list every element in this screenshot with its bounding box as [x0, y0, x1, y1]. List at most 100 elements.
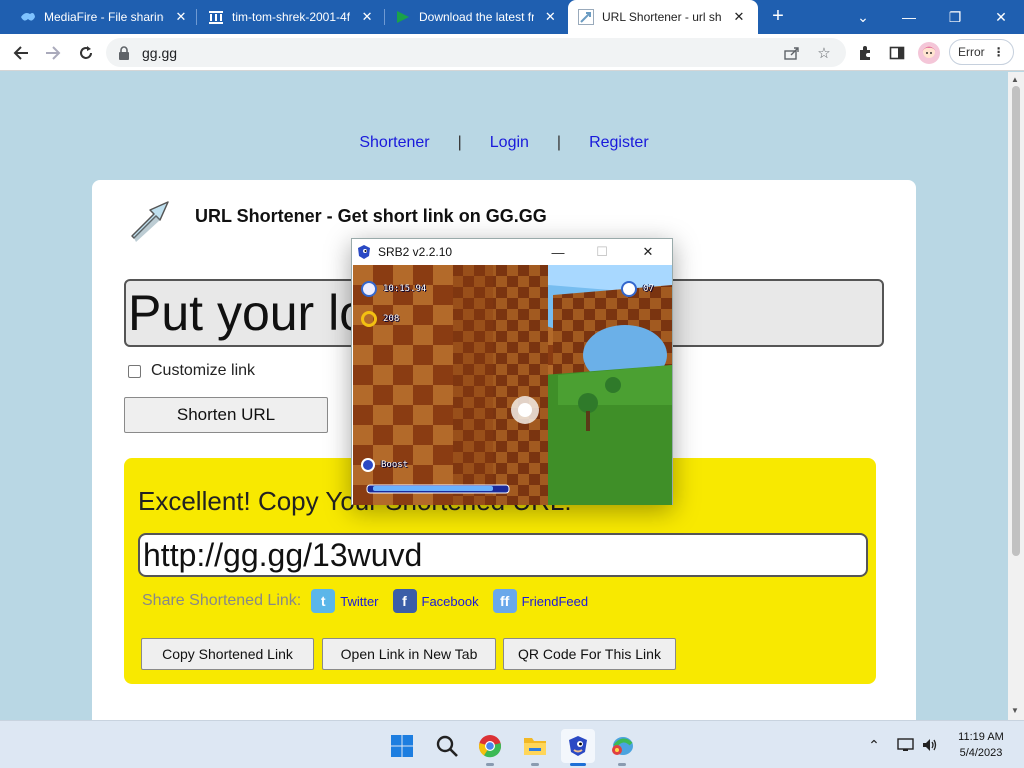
bookmark-star-icon[interactable]: ☆: [814, 43, 834, 63]
customize-checkbox[interactable]: [128, 364, 141, 378]
ring-icon: [361, 311, 377, 327]
running-indicator: [618, 763, 626, 766]
browser-toolbar: gg.gg ☆ Error ⋮: [0, 34, 1024, 71]
network-app-icon[interactable]: [605, 729, 639, 766]
active-indicator: [570, 763, 586, 766]
share-facebook-link[interactable]: Facebook: [422, 594, 479, 609]
mediafire-icon: [20, 9, 36, 25]
page-title: URL Shortener - Get short link on GG.GG: [195, 206, 547, 226]
page-scrollbar[interactable]: ▲ ▼: [1008, 72, 1024, 720]
tab-strip: MediaFire - File sharing ✕ tim-tom-shrek…: [0, 0, 1024, 34]
tab-title: URL Shortener - url sh: [602, 10, 722, 24]
close-icon[interactable]: ✕: [360, 9, 374, 25]
chrome-icon[interactable]: [473, 729, 507, 766]
menu-icon: ⋮: [992, 45, 1005, 59]
close-icon[interactable]: ✕: [544, 9, 557, 25]
show-hidden-icons-icon[interactable]: ⌃: [864, 735, 884, 755]
lives-value: 07: [643, 284, 654, 294]
srb2-window[interactable]: SRB2 v2.2.10 — ☐ ✕ 10:15.94 208 07 Boost: [351, 238, 673, 505]
twitter-icon[interactable]: t: [311, 589, 336, 613]
start-icon[interactable]: [385, 729, 419, 763]
tab-title: MediaFire - File sharing: [44, 10, 164, 24]
nav-shortener[interactable]: Shortener: [359, 134, 429, 152]
running-indicator: [531, 763, 539, 766]
clock-icon: [361, 281, 377, 297]
restore-icon[interactable]: ❐: [932, 0, 978, 34]
tab-download[interactable]: Download the latest fr ✕: [385, 0, 567, 34]
minimize-icon[interactable]: —: [886, 0, 932, 34]
game-viewport[interactable]: 10:15.94 208 07 Boost: [353, 265, 672, 505]
copy-link-button[interactable]: Copy Shortened Link: [141, 638, 314, 670]
short-url-field[interactable]: http://gg.gg/13wuvd: [138, 533, 868, 577]
sonic-icon: [356, 244, 372, 260]
window-close-icon[interactable]: ✕: [978, 0, 1024, 34]
scroll-down-icon[interactable]: ▼: [1011, 706, 1019, 715]
network-icon[interactable]: [896, 735, 916, 755]
tab-separator: [196, 9, 197, 25]
play-icon: [395, 9, 411, 25]
taskbar: ⌃ 11:19 AM 5/4/2023: [0, 720, 1024, 768]
back-icon[interactable]: [8, 40, 34, 66]
forward-icon[interactable]: [40, 40, 66, 66]
volume-icon[interactable]: [920, 735, 940, 755]
nav-divider: |: [556, 134, 562, 151]
address-bar[interactable]: gg.gg ☆: [106, 38, 846, 67]
share-label: Share Shortened Link:: [142, 592, 302, 609]
extensions-icon[interactable]: [852, 40, 878, 66]
nav-register[interactable]: Register: [589, 134, 649, 152]
facebook-icon[interactable]: f: [392, 589, 417, 613]
new-tab-button[interactable]: +: [766, 5, 790, 29]
scroll-up-icon[interactable]: ▲: [1011, 75, 1019, 84]
share-row: Share Shortened Link: t Twitter f Facebo…: [142, 589, 602, 613]
shorten-url-button[interactable]: Shorten URL: [124, 397, 328, 433]
arrow-logo-icon: [124, 194, 174, 244]
customize-label: Customize link: [151, 362, 256, 379]
clock-date: 5/4/2023: [959, 747, 1003, 759]
window-close-icon[interactable]: ✕: [626, 239, 670, 265]
tab-title: Download the latest fr: [419, 10, 534, 24]
tab-url-shortener[interactable]: URL Shortener - url sh ✕: [568, 0, 758, 34]
share-twitter-link[interactable]: Twitter: [340, 594, 378, 609]
friendfeed-icon[interactable]: ff: [492, 589, 517, 613]
side-panel-icon[interactable]: [884, 40, 910, 66]
file-explorer-icon[interactable]: [518, 729, 552, 766]
ring-counter: 208: [361, 311, 399, 327]
profile-avatar[interactable]: [916, 40, 942, 66]
share-friendfeed-link[interactable]: FriendFeed: [522, 594, 588, 609]
scrollbar-thumb[interactable]: [1012, 86, 1020, 556]
reload-icon[interactable]: [73, 40, 99, 66]
lock-icon: [118, 45, 130, 60]
qr-code-button[interactable]: QR Code For This Link: [503, 638, 676, 670]
lives-icon: [621, 281, 637, 297]
srb2-title: SRB2 v2.2.10: [378, 245, 453, 259]
shortener-icon: [578, 9, 594, 25]
tab-search-icon[interactable]: ⌄: [840, 0, 886, 34]
srb2-taskbar-icon[interactable]: [561, 729, 595, 766]
time-value: 10:15.94: [383, 284, 427, 294]
maximize-icon[interactable]: ☐: [580, 239, 624, 265]
lives-counter: 07: [621, 281, 654, 297]
tab-archive[interactable]: tim-tom-shrek-2001-4f ✕: [198, 0, 384, 34]
boost-icon: [361, 458, 375, 472]
tab-mediafire[interactable]: MediaFire - File sharing ✕: [10, 0, 198, 34]
archive-icon: [208, 9, 224, 25]
time-counter: 10:15.94: [361, 281, 426, 297]
close-icon[interactable]: ✕: [732, 9, 746, 25]
minimize-icon[interactable]: —: [536, 239, 580, 265]
top-nav: Shortener | Login | Register: [0, 134, 1008, 152]
customize-link-option[interactable]: Customize link: [128, 362, 255, 380]
search-icon[interactable]: [430, 729, 464, 763]
running-indicator: [486, 763, 494, 766]
nav-divider: |: [457, 134, 462, 151]
system-clock[interactable]: 11:19 AM 5/4/2023: [946, 729, 1016, 761]
error-button[interactable]: Error ⋮: [949, 39, 1014, 65]
close-icon[interactable]: ✕: [174, 9, 188, 25]
nav-login[interactable]: Login: [490, 134, 529, 152]
rings-value: 208: [383, 314, 400, 324]
tab-title: tim-tom-shrek-2001-4f: [232, 10, 351, 24]
error-label: Error: [958, 45, 985, 59]
open-new-tab-button[interactable]: Open Link in New Tab: [322, 638, 496, 670]
share-icon[interactable]: [782, 43, 802, 63]
boost-label: Boost: [381, 460, 409, 470]
srb2-titlebar[interactable]: SRB2 v2.2.10 — ☐ ✕: [352, 239, 672, 265]
